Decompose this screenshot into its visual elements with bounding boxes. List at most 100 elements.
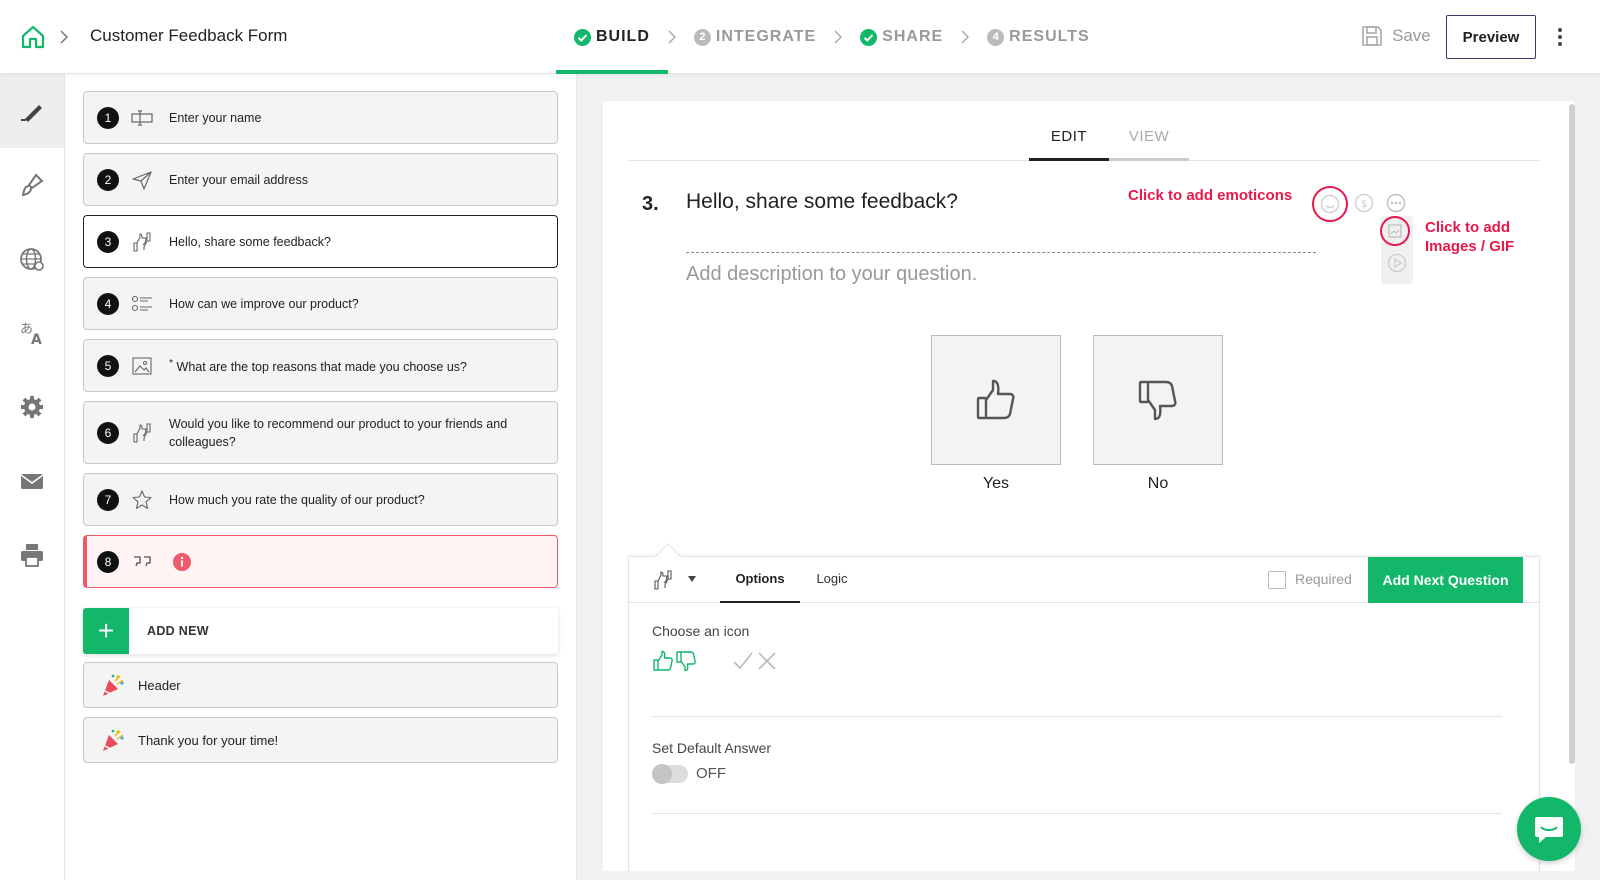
chat-support-button[interactable] <box>1517 797 1581 861</box>
choice-yes[interactable] <box>931 335 1061 465</box>
rail-languages[interactable] <box>0 222 64 296</box>
question-text: How much you rate the quality of our pro… <box>169 492 425 507</box>
form-title[interactable]: Customer Feedback Form <box>90 26 287 46</box>
question-number: 1 <box>97 106 119 129</box>
annotation-emoticons: Click to add emoticons <box>1128 187 1293 204</box>
question-number: 5 <box>97 354 119 377</box>
tab-logic[interactable]: Logic <box>804 557 860 603</box>
question-card[interactable]: 7 How much you rate the quality of our p… <box>83 473 558 526</box>
top-bar: Customer Feedback Form BUILD 2 INTEGRATE… <box>0 0 1600 74</box>
text-input-icon <box>131 109 153 126</box>
end-screen-card[interactable]: Thank you for your time! <box>83 717 558 763</box>
end-screen-label: Thank you for your time! <box>138 732 279 748</box>
question-number: 2 <box>97 168 119 191</box>
add-emoticon-button[interactable] <box>1312 186 1348 222</box>
step-number: 4 <box>987 28 1005 46</box>
question-text-wrap: * What are the top reasons that made you… <box>169 355 543 376</box>
annotation-line: Click to add <box>1425 219 1511 236</box>
scrollbar[interactable] <box>1569 104 1575 764</box>
tab-options[interactable]: Options <box>720 557 800 603</box>
required-mark: * <box>169 357 174 369</box>
cross-option-icon[interactable] <box>756 650 778 672</box>
step-label: RESULTS <box>1009 28 1090 45</box>
globe-icon <box>20 248 44 271</box>
end-screen-card[interactable]: Header <box>83 662 558 708</box>
more-options-icon[interactable] <box>1386 193 1406 213</box>
star-icon <box>132 489 152 509</box>
gear-icon <box>21 396 43 418</box>
required-checkbox[interactable] <box>1268 571 1286 589</box>
question-card-error[interactable]: 8 <box>83 535 558 588</box>
options-header: Options Logic Required Add Next Question <box>629 557 1539 603</box>
design-brush-icon <box>21 173 44 197</box>
step-integrate[interactable]: 2 INTEGRATE <box>676 0 834 74</box>
add-next-question-button[interactable]: Add Next Question <box>1368 557 1523 603</box>
editor-tabs: EDIT VIEW <box>628 121 1540 161</box>
step-label: BUILD <box>596 28 650 45</box>
question-number: 3 <box>97 230 119 253</box>
preview-button[interactable]: Preview <box>1446 15 1536 59</box>
translate-icon: あA <box>20 322 42 347</box>
question-card[interactable]: 6 Would you like to recommend our produc… <box>83 401 558 464</box>
divider <box>652 813 1502 814</box>
chat-bubble-icon <box>1535 817 1563 843</box>
annotation-images: Click to add Images / GIF <box>1425 218 1514 256</box>
tab-edit[interactable]: EDIT <box>1029 121 1109 161</box>
question-card[interactable]: 4 How can we improve our product? <box>83 277 558 330</box>
step-label: SHARE <box>882 28 944 45</box>
more-vertical-icon[interactable] <box>1557 26 1563 48</box>
thumbs-down-option-icon[interactable] <box>675 650 697 672</box>
send-icon <box>132 170 152 190</box>
question-list-panel: 1 Enter your name 2 Enter your email add… <box>65 74 577 880</box>
required-label: Required <box>1295 571 1352 587</box>
chevron-right-icon <box>961 30 970 44</box>
left-rail: あA <box>0 74 65 880</box>
tab-view[interactable]: VIEW <box>1109 121 1189 161</box>
question-number: 7 <box>97 488 119 511</box>
question-text: Hello, share some feedback? <box>169 234 331 249</box>
question-text: Enter your email address <box>169 172 308 187</box>
description-input[interactable]: Add description to your question. <box>686 263 977 286</box>
choice-label: No <box>1147 475 1169 492</box>
floppy-disk-icon <box>1362 26 1382 46</box>
step-label: INTEGRATE <box>715 28 817 45</box>
chevron-right-icon <box>834 30 843 44</box>
divider <box>652 716 1502 717</box>
rail-translate[interactable]: あA <box>0 296 64 370</box>
add-new-label: ADD NEW <box>147 624 209 638</box>
home-icon[interactable] <box>20 24 46 50</box>
question-card-selected[interactable]: 3 Hello, share some feedback? <box>83 215 558 268</box>
rail-settings[interactable] <box>0 370 64 444</box>
question-type-thumbs-icon[interactable] <box>652 569 674 591</box>
check-option-icon[interactable] <box>732 650 754 672</box>
question-editor: EDIT VIEW 3. Hello, share some feedback?… <box>603 101 1575 871</box>
question-number: 8 <box>97 550 119 573</box>
default-answer-label: Set Default Answer <box>652 740 772 756</box>
rail-build[interactable] <box>0 74 64 148</box>
caret-down-icon[interactable] <box>687 575 697 583</box>
rail-print[interactable] <box>0 518 64 592</box>
video-icon[interactable] <box>1387 253 1407 273</box>
currency-icon[interactable]: $ <box>1354 193 1374 213</box>
step-results[interactable]: 4 RESULTS <box>969 0 1107 74</box>
question-text: Would you like to recommend our product … <box>169 416 508 449</box>
thumbs-icon <box>133 231 151 252</box>
question-card[interactable]: 2 Enter your email address <box>83 153 558 206</box>
svg-text:$: $ <box>1361 199 1367 210</box>
default-answer-toggle[interactable] <box>652 764 688 784</box>
add-image-button[interactable] <box>1380 216 1410 246</box>
thumbs-up-option-icon[interactable] <box>652 650 674 672</box>
question-card[interactable]: 5 * What are the top reasons that made y… <box>83 339 558 392</box>
question-title-input[interactable]: Hello, share some feedback? <box>686 190 958 214</box>
step-build[interactable]: BUILD <box>556 0 668 74</box>
question-card[interactable]: 1 Enter your name <box>83 91 558 144</box>
choice-no[interactable] <box>1093 335 1223 465</box>
options-panel: Options Logic Required Add Next Question… <box>628 543 1540 871</box>
rail-design[interactable] <box>0 148 64 222</box>
build-pen-icon <box>21 105 42 122</box>
check-circle-icon <box>860 28 878 46</box>
step-share[interactable]: SHARE <box>842 0 961 74</box>
save-button[interactable]: Save <box>1360 24 1431 48</box>
add-new-button[interactable]: + ADD NEW <box>83 608 558 654</box>
rail-notifications[interactable] <box>0 444 64 518</box>
